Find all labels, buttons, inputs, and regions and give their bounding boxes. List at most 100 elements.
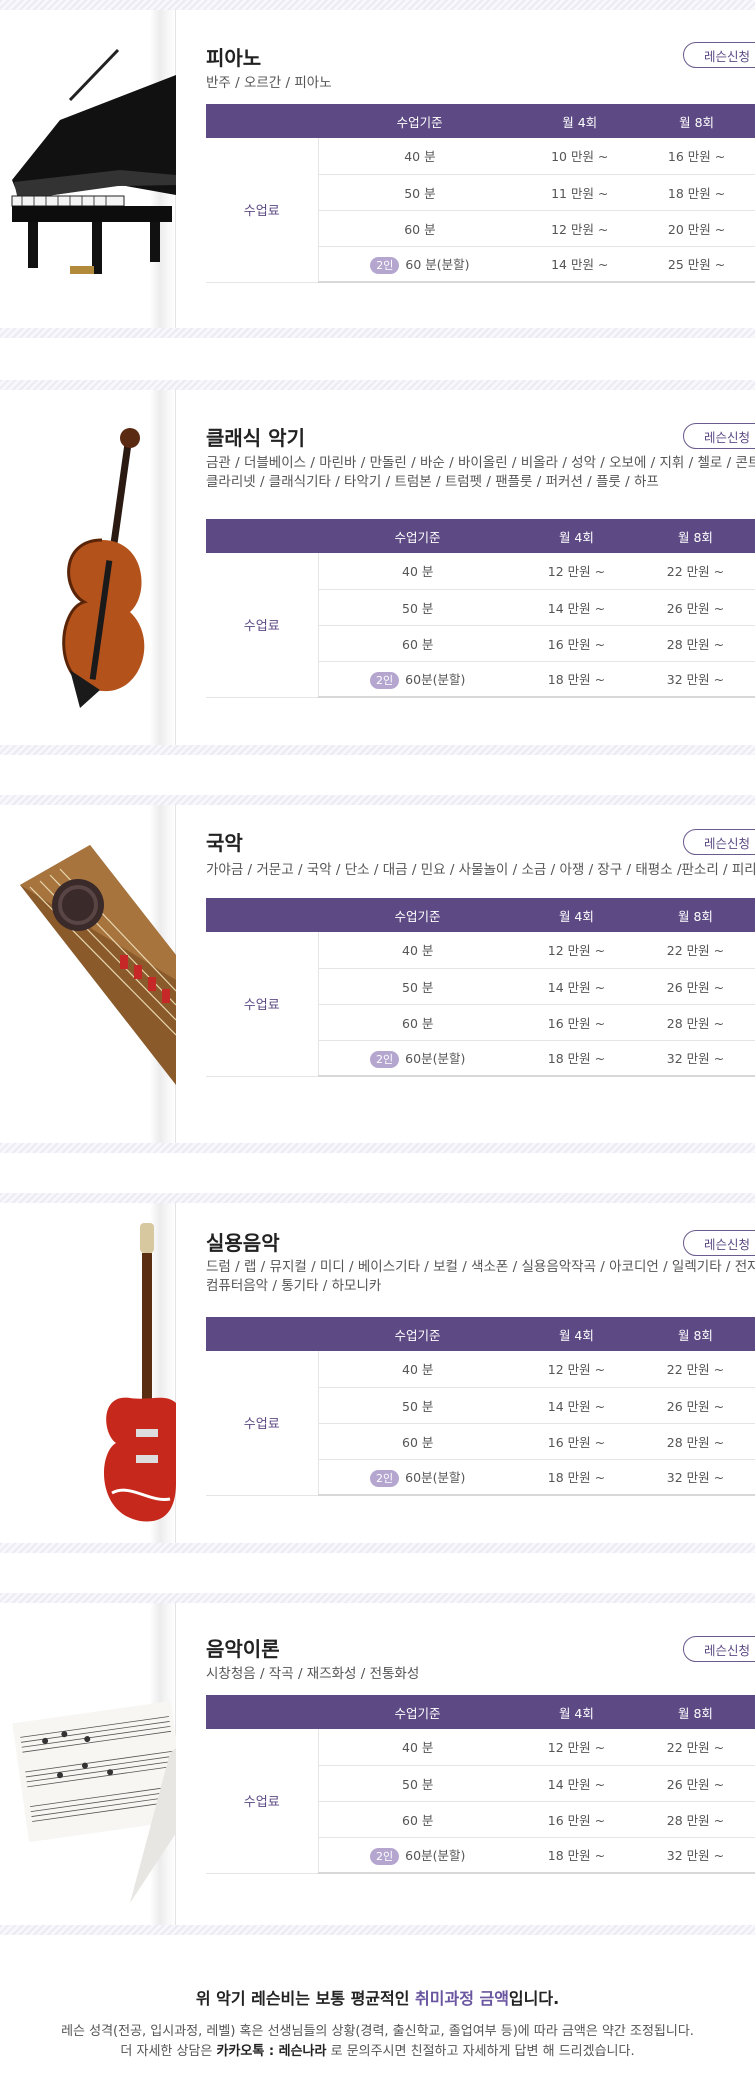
price-monthly-8: 20 만원 ~ bbox=[638, 210, 755, 247]
lesson-apply-button[interactable]: 레슨신청 bbox=[683, 423, 755, 449]
table-row: 수업료 40 분 12 만원 ~ 22 만원 ~ bbox=[206, 1729, 755, 1874]
lesson-apply-button[interactable]: 레슨신청 bbox=[683, 1636, 755, 1662]
price-monthly-8: 28 만원 ~ bbox=[635, 1423, 755, 1460]
fee-table: 수업기준 월 4회 월 8회 수업료 40 분 10 만원 ~ 16 만원 ~ … bbox=[206, 104, 755, 283]
two-person-badge: 2인 bbox=[370, 256, 400, 274]
lesson-time: 2인 60분(분할) bbox=[318, 1837, 517, 1874]
section-title: 클래식 악기 bbox=[206, 426, 305, 450]
lesson-time: 40 분 bbox=[318, 138, 522, 175]
price-monthly-4: 14 만원 ~ bbox=[516, 589, 636, 626]
gayageum-icon bbox=[20, 845, 176, 1085]
section-subtitle: 클라리넷 / 클래식기타 / 타악기 / 트럼본 / 트럼펫 / 팬플룻 / 퍼… bbox=[206, 474, 659, 490]
header-empty bbox=[206, 104, 318, 138]
price-monthly-8: 18 만원 ~ bbox=[638, 174, 755, 211]
lesson-time-text: 60 분(분할) bbox=[405, 256, 470, 272]
lesson-time: 50 분 bbox=[318, 1387, 517, 1424]
table-header-row: 수업기준 월 4회 월 8회 bbox=[206, 898, 755, 932]
header-monthly-4: 월 4회 bbox=[516, 1317, 636, 1351]
price-monthly-8: 25 만원 ~ bbox=[638, 246, 755, 283]
lesson-time: 40 분 bbox=[318, 1729, 517, 1766]
lesson-time: 60 분 bbox=[318, 210, 522, 247]
table-header-row: 수업기준 월 4회 월 8회 bbox=[206, 1695, 755, 1729]
price-monthly-8: 32 만원 ~ bbox=[635, 661, 755, 698]
price-monthly-8: 28 만원 ~ bbox=[635, 1801, 755, 1838]
instrument-image bbox=[0, 390, 176, 745]
tuition-label: 수업료 bbox=[206, 932, 319, 1077]
fee-table: 수업기준 월 4회 월 8회 수업료 40 분 12 만원 ~ 22 만원 ~ … bbox=[206, 1317, 755, 1496]
section-divider bbox=[0, 328, 755, 338]
section-practical-music: 실용음악 드럼 / 랩 / 뮤지컬 / 미디 / 베이스기타 / 보컬 / 색소… bbox=[0, 1203, 755, 1543]
instrument-image bbox=[0, 1603, 176, 1925]
tuition-label: 수업료 bbox=[206, 138, 319, 283]
price-monthly-4: 14 만원 ~ bbox=[516, 968, 636, 1005]
lesson-time: 40 분 bbox=[318, 1351, 517, 1388]
notice-text: 로 문의주시면 친절하고 자세하게 답변 해 드리겠습니다. bbox=[326, 2044, 635, 2059]
lesson-apply-button[interactable]: 레슨신청 bbox=[683, 1230, 755, 1256]
section-divider bbox=[0, 380, 755, 390]
header-empty bbox=[206, 1317, 318, 1351]
price-monthly-4: 18 만원 ~ bbox=[516, 1040, 636, 1077]
header-basis: 수업기준 bbox=[318, 104, 522, 138]
lesson-time-text: 60분(분할) bbox=[405, 671, 466, 687]
section-divider bbox=[0, 1143, 755, 1153]
price-monthly-4: 18 만원 ~ bbox=[516, 1459, 636, 1496]
lesson-time: 2인 60분(분할) bbox=[318, 1459, 517, 1496]
table-row: 수업료 40 분 12 만원 ~ 22 만원 ~ bbox=[206, 1351, 755, 1496]
table-header-row: 수업기준 월 4회 월 8회 bbox=[206, 104, 755, 138]
table-row: 수업료 40 분 10 만원 ~ 16 만원 ~ bbox=[206, 138, 755, 283]
section-gugak: 국악 가야금 / 거문고 / 국악 / 단소 / 대금 / 민요 / 사물놀이 … bbox=[0, 805, 755, 1143]
lesson-time: 60 분 bbox=[318, 1004, 517, 1041]
price-monthly-4: 18 만원 ~ bbox=[516, 661, 636, 698]
header-empty bbox=[206, 1695, 318, 1729]
table-row: 수업료 40 분 12 만원 ~ 22 만원 ~ bbox=[206, 932, 755, 1077]
fee-notice-heading: 위 악기 레슨비는 보통 평균적인 취미과정 금액입니다. bbox=[0, 1985, 755, 2009]
two-person-badge: 2인 bbox=[370, 1469, 400, 1487]
lesson-apply-button[interactable]: 레슨신청 bbox=[683, 42, 755, 68]
notice-line: 레슨 성격(전공, 입시과정, 레벨) 혹은 선생님들의 상황(경력, 출신학교… bbox=[61, 2024, 694, 2039]
header-monthly-4: 월 4회 bbox=[516, 898, 636, 932]
price-monthly-8: 26 만원 ~ bbox=[635, 968, 755, 1005]
section-subtitle: 금관 / 더블베이스 / 마린바 / 만돌린 / 바순 / 바이올린 / 비올라… bbox=[206, 455, 755, 471]
header-monthly-4: 월 4회 bbox=[516, 519, 636, 553]
section-divider bbox=[0, 795, 755, 805]
header-monthly-4: 월 4회 bbox=[521, 104, 639, 138]
tuition-label: 수업료 bbox=[206, 553, 319, 698]
section-divider bbox=[0, 1593, 755, 1603]
table-row: 수업료 40 분 12 만원 ~ 22 만원 ~ bbox=[206, 553, 755, 698]
fee-notice-body: 레슨 성격(전공, 입시과정, 레벨) 혹은 선생님들의 상황(경력, 출신학교… bbox=[0, 2022, 755, 2062]
lesson-time: 50 분 bbox=[318, 174, 522, 211]
header-monthly-8: 월 8회 bbox=[635, 898, 755, 932]
section-subtitle: 컴퓨터음악 / 통기타 / 하모니카 bbox=[206, 1278, 382, 1294]
header-monthly-8: 월 8회 bbox=[635, 1695, 755, 1729]
lesson-time: 50 분 bbox=[318, 1765, 517, 1802]
sheet-music-icon bbox=[12, 1701, 176, 1903]
piano-icon bbox=[11, 48, 176, 274]
section-divider bbox=[0, 1543, 755, 1553]
price-monthly-8: 16 만원 ~ bbox=[638, 138, 755, 175]
kakaotalk-contact: 카카오톡 : 레슨나라 bbox=[216, 2044, 327, 2059]
fee-table: 수업기준 월 4회 월 8회 수업료 40 분 12 만원 ~ 22 만원 ~ … bbox=[206, 1695, 755, 1874]
header-basis: 수업기준 bbox=[318, 1695, 517, 1729]
header-basis: 수업기준 bbox=[318, 898, 517, 932]
lesson-time: 2인 60분(분할) bbox=[318, 1040, 517, 1077]
header-empty bbox=[206, 898, 318, 932]
lesson-time-text: 60분(분할) bbox=[405, 1469, 466, 1485]
price-monthly-4: 12 만원 ~ bbox=[516, 1729, 636, 1766]
price-monthly-8: 22 만원 ~ bbox=[635, 553, 755, 590]
table-header-row: 수업기준 월 4회 월 8회 bbox=[206, 1317, 755, 1351]
price-monthly-4: 14 만원 ~ bbox=[516, 1765, 636, 1802]
header-monthly-4: 월 4회 bbox=[516, 1695, 636, 1729]
section-title: 실용음악 bbox=[206, 1231, 280, 1255]
section-subtitle: 시창청음 / 작곡 / 재즈화성 / 전통화성 bbox=[206, 1666, 420, 1682]
lesson-apply-button[interactable]: 레슨신청 bbox=[683, 829, 755, 855]
lesson-time: 2인 60분(분할) bbox=[318, 661, 517, 698]
price-monthly-8: 26 만원 ~ bbox=[635, 589, 755, 626]
lesson-time: 50 분 bbox=[318, 968, 517, 1005]
two-person-badge: 2인 bbox=[370, 1050, 400, 1068]
header-empty bbox=[206, 519, 318, 553]
section-piano: 피아노 반주 / 오르간 / 피아노 레슨신청 수업기준 월 4회 월 8회 수… bbox=[0, 10, 755, 328]
price-monthly-8: 26 만원 ~ bbox=[635, 1387, 755, 1424]
price-monthly-8: 32 만원 ~ bbox=[635, 1040, 755, 1077]
section-subtitle: 가야금 / 거문고 / 국악 / 단소 / 대금 / 민요 / 사물놀이 / 소… bbox=[206, 862, 755, 878]
notice-text: 위 악기 레슨비는 보통 평균적인 bbox=[195, 1989, 416, 2008]
